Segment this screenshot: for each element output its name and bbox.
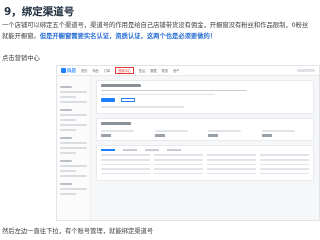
nav-marketing-center[interactable]: 营销中心 [115,67,134,74]
screenshot-main [91,76,319,220]
screenshot-panel-stats [96,118,314,142]
section-heading: 9，绑定渠道号 [4,6,75,18]
account-info[interactable] [297,69,315,72]
logo-icon [61,67,66,73]
step-caption: 点击营销中心 [2,55,40,62]
marketing-center-screenshot: 抖店 首页 商品 订单 营销中心 售后 数据 物流 资产 [56,65,320,221]
logo-text: 抖店 [67,68,76,74]
screenshot-topbar: 抖店 首页 商品 订单 营销中心 售后 数据 物流 资产 [57,66,319,76]
screenshot-secondary-button[interactable] [121,98,135,103]
nav-logistics[interactable]: 物流 [162,68,168,73]
screenshot-panel-intro [96,80,314,115]
footer-caption: 然后左边一直往下拉，有个账号管理，就能绑定渠道号 [2,228,154,235]
nav-home[interactable]: 首页 [81,68,87,73]
nav-after-sales[interactable]: 售后 [139,68,145,73]
nav-assets[interactable]: 资产 [173,68,179,73]
intro-highlight: 但是开橱窗需要实名认证，资质认证，这两个也是必须要做的！ [39,32,217,40]
screenshot-logo: 抖店 [61,67,76,74]
nav-data[interactable]: 数据 [150,68,156,73]
nav-products[interactable]: 商品 [92,68,98,73]
screenshot-sidebar [57,76,91,220]
screenshot-panel-list [96,145,314,182]
intro-paragraph: 一个店铺可以绑定五个渠道号，渠道号的作用是给自己店铺带货没有佣金，开橱窗没有粉丝… [2,21,314,42]
screenshot-primary-button[interactable] [101,98,115,103]
nav-orders[interactable]: 订单 [104,68,110,73]
